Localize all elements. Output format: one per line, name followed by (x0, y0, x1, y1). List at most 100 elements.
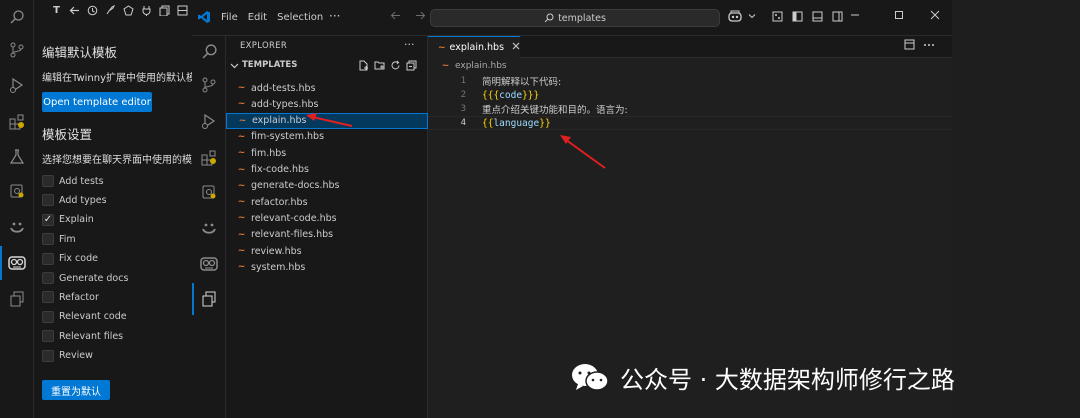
template-checkbox-row[interactable]: Generate docs (42, 270, 128, 286)
copy-icon[interactable] (6, 288, 28, 310)
template-checkbox-row[interactable]: Fim (42, 231, 76, 247)
file-name: relevant-files.hbs (251, 229, 334, 241)
network-icon[interactable] (122, 4, 135, 17)
close-icon[interactable] (930, 10, 940, 23)
reset-default-button[interactable]: 重置为默认 (42, 380, 110, 400)
toggle-primary-sidebar-icon[interactable] (790, 9, 804, 23)
source-control-icon[interactable] (6, 39, 28, 61)
toolbar-t-button[interactable]: T (50, 4, 63, 17)
search-icon[interactable] (198, 40, 220, 62)
more-actions-icon[interactable] (923, 39, 935, 53)
chevron-down-icon[interactable] (748, 9, 756, 23)
code-line-4[interactable]: 4 {{language}} (428, 116, 952, 130)
template-checkbox-row[interactable]: Relevant files (42, 328, 123, 344)
checkbox[interactable] (42, 175, 54, 187)
checkbox[interactable] (42, 272, 54, 284)
tab-explain-hbs[interactable]: ~ explain.hbs (428, 36, 520, 58)
file-item[interactable]: ~ review.hbs (226, 243, 428, 259)
menu-bar: File Edit Selection (221, 12, 323, 23)
extensions-icon[interactable] (198, 147, 220, 169)
menu-more-button[interactable]: ··· (329, 9, 340, 23)
file-item[interactable]: ~ add-tests.hbs (226, 80, 428, 96)
testing-icon[interactable] (6, 146, 28, 168)
menu-file[interactable]: File (221, 12, 238, 23)
handlebars-file-icon: ~ (237, 83, 246, 93)
template-variable: language (493, 117, 540, 129)
run-debug-icon[interactable] (198, 110, 220, 132)
template-checkbox-row[interactable]: Add types (42, 192, 107, 208)
file-item[interactable]: ~ relevant-files.hbs (226, 227, 428, 243)
checkbox[interactable] (42, 330, 54, 343)
file-item[interactable]: ~ fim-system.hbs (226, 129, 428, 145)
refresh-icon[interactable] (390, 60, 401, 71)
source-control-icon[interactable] (198, 74, 220, 96)
forward-arrow-icon[interactable] (415, 10, 426, 24)
twinny-icon[interactable] (0, 246, 28, 280)
checkbox-checked[interactable]: ✓ (42, 213, 54, 226)
smile-icon[interactable] (6, 216, 28, 238)
layers-icon[interactable] (176, 4, 189, 17)
maximize-icon[interactable] (894, 10, 904, 23)
code-line-3[interactable]: 3 重点介绍关键功能和目的。语言为: (428, 102, 952, 116)
run-debug-icon[interactable] (6, 74, 28, 96)
file-name: system.hbs (251, 261, 306, 273)
checkbox[interactable] (42, 291, 54, 304)
checkbox[interactable] (42, 194, 54, 207)
smile-icon[interactable] (198, 217, 220, 239)
templates-folder-header[interactable]: TEMPLATES (230, 60, 297, 70)
rocket-icon[interactable] (104, 4, 117, 17)
file-item[interactable]: ~ refactor.hbs (226, 194, 428, 210)
template-checkbox-row[interactable]: Review (42, 348, 93, 364)
file-item[interactable]: ~ fix-code.hbs (226, 162, 428, 178)
files-icon[interactable] (158, 4, 171, 17)
checkbox[interactable] (42, 252, 54, 265)
toggle-panel-icon[interactable] (810, 9, 824, 23)
watermark: 公众号 · 大数据架构师修行之路 (570, 360, 955, 395)
close-icon[interactable] (512, 42, 520, 53)
file-item[interactable]: ~ explain.hbs (226, 112, 428, 129)
explorer-icon[interactable] (192, 283, 220, 315)
back-arrow-icon[interactable] (68, 4, 81, 17)
menu-selection[interactable]: Selection (277, 12, 323, 23)
file-item[interactable]: ~ fim.hbs (226, 145, 428, 161)
command-center-search[interactable]: templates (430, 9, 720, 27)
open-template-editor-button[interactable]: Open template editor (42, 92, 152, 112)
menu-edit[interactable]: Edit (248, 12, 267, 23)
handlebars-close-brace: }}} (522, 89, 540, 101)
checkbox[interactable] (42, 349, 54, 362)
code-line-1[interactable]: 1 简明解释以下代码: (428, 74, 952, 88)
remote-explorer-icon[interactable] (6, 180, 28, 202)
customize-layout-icon[interactable] (770, 9, 784, 23)
template-checkbox-row[interactable]: Refactor (42, 289, 99, 305)
template-checkbox-row[interactable]: Fix code (42, 251, 98, 267)
new-folder-icon[interactable] (374, 60, 385, 71)
handlebars-file-icon: ~ (237, 262, 246, 273)
twinny-icon[interactable] (198, 253, 220, 275)
remote-explorer-icon[interactable] (198, 181, 220, 203)
template-checkbox-row[interactable]: ✓ Explain (42, 212, 94, 228)
checkbox[interactable] (42, 233, 54, 246)
extensions-icon[interactable] (6, 111, 28, 133)
back-arrow-icon[interactable] (390, 10, 401, 24)
code-line-2[interactable]: 2 {{{code}}} (428, 88, 952, 102)
new-file-icon[interactable] (358, 60, 369, 71)
breadcrumb[interactable]: ~ explain.hbs (440, 61, 507, 71)
toggle-secondary-sidebar-icon[interactable] (830, 9, 844, 23)
file-name: fim-system.hbs (251, 131, 325, 143)
copilot-icon[interactable] (728, 9, 742, 23)
checkbox[interactable] (42, 310, 54, 323)
template-settings-heading: 模板设置 (42, 127, 93, 142)
minimize-icon[interactable] (850, 10, 860, 23)
file-item[interactable]: ~ system.hbs (226, 259, 428, 275)
template-checkbox-row[interactable]: Add tests (42, 173, 104, 189)
history-icon[interactable] (86, 4, 99, 17)
file-item[interactable]: ~ add-types.hbs (226, 96, 428, 112)
plug-icon[interactable] (140, 4, 153, 17)
search-icon[interactable] (6, 6, 28, 28)
explorer-more-button[interactable]: ··· (404, 38, 415, 51)
split-editor-icon[interactable] (904, 39, 915, 53)
collapse-all-icon[interactable] (406, 60, 417, 71)
template-checkbox-row[interactable]: Relevant code (42, 309, 127, 325)
file-item[interactable]: ~ relevant-code.hbs (226, 210, 428, 226)
file-item[interactable]: ~ generate-docs.hbs (226, 178, 428, 194)
